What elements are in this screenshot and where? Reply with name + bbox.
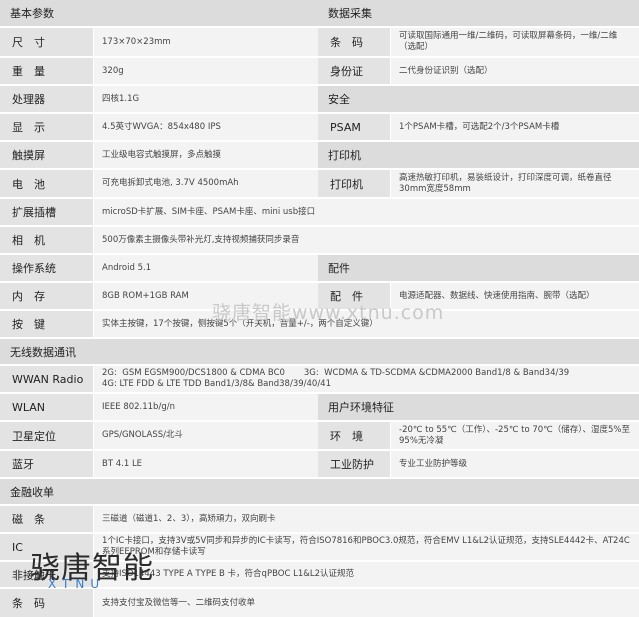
table-row: 相 机 500万像素主摄像头带补光灯,支持视频捕获同步录音 (0, 227, 639, 254)
section-row: 金融收单 (0, 479, 639, 505)
row-value-display: 4.5英寸WVGA：854x480 IPS (94, 114, 318, 140)
table-row: 触摸屏 工业级电容式触摸屏，多点触摸 打印机 (0, 142, 639, 169)
section-row: 无线数据通讯 (0, 339, 639, 365)
row-label-gps: 卫星定位 (0, 422, 93, 449)
row-value-size: 173×70×23mm (94, 28, 318, 56)
row-label-display: 显 示 (0, 114, 93, 140)
section-printer: 打印机 (318, 142, 639, 168)
table-row: 磁 条 三磁道（磁道1、2、3），高矫頑力，双向刷卡 (0, 506, 639, 533)
row-label-bluetooth: 蓝牙 (0, 451, 93, 477)
row-label-os: 操作系统 (0, 255, 93, 281)
row-value-bluetooth: BT 4.1 LE (94, 451, 318, 477)
table-row: WWAN Radio 2G: GSM EGSM900/DCS1800 & CDM… (0, 366, 639, 393)
section-header-row: 基本参数 数据采集 (0, 0, 639, 27)
row-label-keys: 按 键 (0, 311, 93, 337)
section-wireless: 无线数据通讯 (10, 345, 76, 359)
section-security: 安全 (318, 86, 639, 112)
row-label-barcode: 条 码 (318, 28, 390, 56)
row-value-qrpay: 支持支付宝及微信等一、二维码支付收单 (94, 589, 639, 617)
row-label-protection: 工业防护 (318, 451, 390, 477)
table-row: 电 池 可充电拆卸式电池, 3.7V 4500mAh 打印机 高速热敏打印机，易… (0, 170, 639, 198)
table-row: 卫星定位 GPS/GNOLASS/北斗 环 境 -20℃ to 55℃（工作）、… (0, 422, 639, 450)
table-row: 显 示 4.5英寸WVGA：854x480 IPS PSAM 1个PSAM卡槽，… (0, 114, 639, 141)
row-value-protection: 专业工业防护等级 (391, 451, 639, 477)
row-value-expansion: microSD卡扩展、SIM卡座、PSAM卡座、mini usb接口 (94, 199, 639, 225)
row-value-wlan: IEEE 802.11b/g/n (94, 394, 318, 420)
row-value-magstripe: 三磁道（磁道1、2、3），高矫頑力，双向刷卡 (94, 506, 639, 532)
row-label-qrpay: 条 码 (0, 589, 93, 617)
section-finance: 金融收单 (10, 485, 54, 499)
wwan-line-2: 4G: LTE FDD & LTE TDD Band1/3/8& Band38/… (102, 379, 331, 389)
row-label-idcard: 身份证 (318, 58, 390, 84)
row-label-expansion: 扩展插槽 (0, 199, 93, 225)
row-value-weight: 320g (94, 58, 318, 84)
table-row: 重 量 320g 身份证 二代身份证识别（选配） (0, 58, 639, 85)
row-label-touch: 触摸屏 (0, 142, 93, 168)
row-label-weight: 重 量 (0, 58, 93, 84)
row-label-camera: 相 机 (0, 227, 93, 253)
table-row: WLAN IEEE 802.11b/g/n 用户环境特征 (0, 394, 639, 421)
row-label-printer: 打印机 (318, 170, 390, 197)
row-label-battery: 电 池 (0, 170, 93, 197)
wwan-line-1: 2G: GSM EGSM900/DCS1800 & CDMA BC0 3G: W… (102, 368, 570, 378)
logo-watermark-sub: XTNU (48, 577, 106, 591)
table-row: 尺 寸 173×70×23mm 条 码 可读取国际通用一维/二维码，可读取屏幕条… (0, 28, 639, 57)
row-label-size: 尺 寸 (0, 28, 93, 56)
row-label-environment: 环 境 (318, 422, 390, 449)
row-label-wlan: WLAN (0, 394, 93, 420)
row-value-camera: 500万像素主摄像头带补光灯,支持视频捕获同步录音 (94, 227, 639, 253)
row-value-psam: 1个PSAM卡槽，可选配2个/3个PSAM卡槽 (391, 114, 639, 140)
row-value-barcode: 可读取国际通用一维/二维码，可读取屏幕条码，一维/二维（选配） (391, 28, 639, 56)
section-accessories: 配件 (318, 255, 639, 281)
row-value-environment: -20℃ to 55℃（工作）、-25℃ to 70℃（储存）、湿度5%至95%… (391, 422, 639, 449)
row-label-psam: PSAM (318, 114, 390, 140)
table-row: 处理器 四核1.1G 安全 (0, 86, 639, 113)
section-basic-params: 基本参数 (10, 7, 54, 20)
row-label-memory: 内 存 (0, 283, 93, 309)
section-data-collection: 数据采集 (328, 7, 372, 20)
table-row: 条 码 支持支付宝及微信等一、二维码支付收单 (0, 589, 639, 617)
center-watermark: 骁唐智能www.xtnu.com (212, 302, 445, 324)
row-value-idcard: 二代身份证识别（选配） (391, 58, 639, 84)
row-value-gps: GPS/GNOLASS/北斗 (94, 422, 318, 449)
table-row: 蓝牙 BT 4.1 LE 工业防护 专业工业防护等级 (0, 451, 639, 478)
row-value-ic: 1个IC卡接口，支持3V或5V同步和异步的IC卡读写，符合ISO7816和PBO… (94, 534, 639, 560)
row-value-printer: 高速热敏打印机，易装纸设计，打印深度可调，纸卷直径30mm宽度58mm (391, 170, 639, 197)
row-label-wwan: WWAN Radio (0, 366, 93, 392)
table-row: 扩展插槽 microSD卡扩展、SIM卡座、PSAM卡座、mini usb接口 (0, 199, 639, 226)
row-value-os: Android 5.1 (94, 255, 318, 281)
section-environment: 用户环境特征 (318, 394, 639, 420)
row-value-wwan: 2G: GSM EGSM900/DCS1800 & CDMA BC0 3G: W… (94, 366, 639, 392)
row-value-contactless: 支持ISO14443 TYPE A TYPE B 卡，符合qPBOC L1&L2… (94, 562, 639, 587)
row-value-battery: 可充电拆卸式电池, 3.7V 4500mAh (94, 170, 318, 197)
row-label-cpu: 处理器 (0, 86, 93, 112)
row-value-touch: 工业级电容式触摸屏，多点触摸 (94, 142, 318, 168)
table-row: 操作系统 Android 5.1 配件 (0, 255, 639, 282)
row-label-magstripe: 磁 条 (0, 506, 93, 532)
row-value-cpu: 四核1.1G (94, 86, 318, 112)
